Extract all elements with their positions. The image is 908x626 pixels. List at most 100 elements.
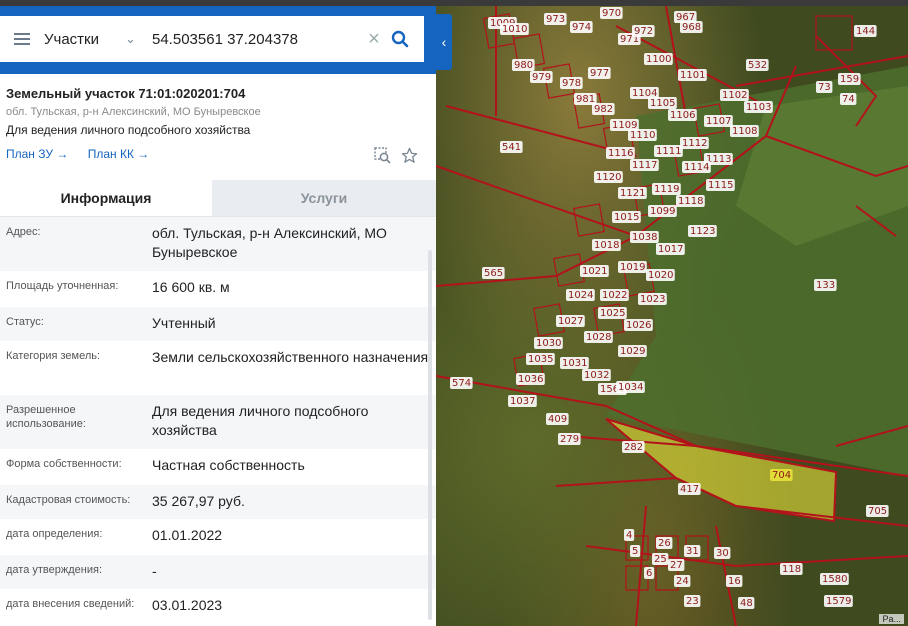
- map-parcel-label[interactable]: 1017: [658, 244, 683, 255]
- map-parcel-label[interactable]: 4: [626, 530, 632, 541]
- map-parcel-label[interactable]: 1028: [586, 332, 611, 343]
- map-parcel-label[interactable]: 1107: [706, 116, 731, 127]
- map-parcel-label[interactable]: 1108: [732, 126, 757, 137]
- map-parcel-label[interactable]: 26: [658, 538, 671, 549]
- map-parcel-label[interactable]: 979: [532, 72, 551, 83]
- map-parcel-label[interactable]: 980: [514, 60, 533, 71]
- tab-information[interactable]: Информация: [0, 180, 212, 216]
- map-parcel-label[interactable]: 409: [548, 414, 567, 425]
- map-parcel-label[interactable]: 541: [502, 142, 521, 153]
- map-parcel-label[interactable]: 1103: [746, 102, 771, 113]
- map-parcel-label[interactable]: 417: [680, 484, 699, 495]
- map-parcel-label[interactable]: 1580: [822, 574, 847, 585]
- map-parcel-label[interactable]: 1027: [558, 316, 583, 327]
- map-parcel-label[interactable]: 1111: [656, 146, 681, 157]
- map-parcel-label[interactable]: 1106: [670, 110, 695, 121]
- map-parcel-label[interactable]: 704: [772, 470, 791, 481]
- map-canvas[interactable]: 1009101097397497097197296796853214498097…: [436, 6, 908, 626]
- scrollbar[interactable]: [428, 250, 432, 620]
- map-parcel-label[interactable]: 974: [572, 22, 591, 33]
- map-parcel-label[interactable]: 574: [452, 378, 471, 389]
- map-parcel-label[interactable]: 282: [624, 442, 643, 453]
- map-parcel-label[interactable]: 24: [676, 576, 689, 587]
- map-parcel-label[interactable]: 31: [686, 546, 699, 557]
- map-parcel-label[interactable]: 279: [560, 434, 579, 445]
- cadastral-map[interactable]: 1009101097397497097197296796853214498097…: [436, 6, 908, 626]
- map-parcel-label[interactable]: 1010: [502, 24, 527, 35]
- map-parcel-label[interactable]: 982: [594, 104, 613, 115]
- map-parcel-label[interactable]: 30: [716, 548, 729, 559]
- map-parcel-label[interactable]: 565: [484, 268, 503, 279]
- map-parcel-label[interactable]: 1112: [682, 138, 707, 149]
- map-parcel-label[interactable]: 1037: [510, 396, 535, 407]
- map-parcel-label[interactable]: 1110: [630, 130, 655, 141]
- map-parcel-label[interactable]: 1101: [680, 70, 705, 81]
- map-parcel-label[interactable]: 978: [562, 78, 581, 89]
- map-parcel-label[interactable]: 23: [686, 596, 699, 607]
- map-parcel-label[interactable]: 133: [816, 280, 835, 291]
- map-parcel-label[interactable]: 1020: [648, 270, 673, 281]
- search-input[interactable]: [148, 30, 362, 48]
- map-parcel-label[interactable]: 5: [632, 546, 638, 557]
- map-parcel-label[interactable]: 972: [634, 26, 653, 37]
- map-parcel-label[interactable]: 1038: [632, 232, 657, 243]
- map-parcel-label[interactable]: 532: [748, 60, 767, 71]
- map-parcel-label[interactable]: 1100: [646, 54, 671, 65]
- map-parcel-label[interactable]: 27: [670, 560, 683, 571]
- map-parcel-label[interactable]: 977: [590, 68, 609, 79]
- map-parcel-label[interactable]: 1119: [654, 184, 679, 195]
- map-parcel-label[interactable]: 1120: [596, 172, 621, 183]
- map-parcel-label[interactable]: 1099: [650, 206, 675, 217]
- map-parcel-label[interactable]: 1034: [618, 382, 643, 393]
- map-parcel-label[interactable]: 118: [782, 564, 801, 575]
- search-type-select[interactable]: Участки ⌄: [44, 31, 148, 48]
- map-parcel-label[interactable]: 1123: [690, 226, 715, 237]
- map-parcel-label[interactable]: 1015: [614, 212, 639, 223]
- map-parcel-label[interactable]: 1030: [536, 338, 561, 349]
- search-icon[interactable]: [386, 30, 414, 48]
- map-parcel-label[interactable]: 1018: [594, 240, 619, 251]
- hamburger-menu-icon[interactable]: [0, 30, 44, 48]
- map-parcel-label[interactable]: 1117: [632, 160, 657, 171]
- map-parcel-label[interactable]: 1022: [602, 290, 627, 301]
- map-parcel-label[interactable]: 1029: [620, 346, 645, 357]
- map-parcel-label[interactable]: 1035: [528, 354, 553, 365]
- map-parcel-label[interactable]: 1115: [708, 180, 733, 191]
- map-parcel-label[interactable]: 1105: [650, 98, 675, 109]
- map-parcel-label[interactable]: 1021: [582, 266, 607, 277]
- map-parcel-label[interactable]: 1114: [684, 162, 709, 173]
- map-parcel-label[interactable]: 1036: [518, 374, 543, 385]
- map-parcel-label[interactable]: 1032: [584, 370, 609, 381]
- map-parcel-label[interactable]: 159: [840, 74, 859, 85]
- map-parcel-label[interactable]: 25: [654, 554, 667, 565]
- close-icon[interactable]: ×: [362, 28, 386, 51]
- map-parcel-label[interactable]: 1579: [826, 596, 851, 607]
- plan-zu-link[interactable]: План ЗУ →: [6, 147, 68, 161]
- map-parcel-label[interactable]: 981: [576, 94, 595, 105]
- map-parcel-label[interactable]: 970: [602, 8, 621, 19]
- plan-kk-link[interactable]: План КК →: [88, 147, 150, 161]
- map-parcel-label[interactable]: 1025: [600, 308, 625, 319]
- tab-services[interactable]: Услуги: [212, 180, 436, 216]
- map-parcel-label[interactable]: 1121: [620, 188, 645, 199]
- map-parcel-label[interactable]: 973: [546, 14, 565, 25]
- map-parcel-label[interactable]: 968: [682, 22, 701, 33]
- map-parcel-label[interactable]: 1024: [568, 290, 593, 301]
- star-icon[interactable]: [401, 147, 418, 169]
- map-parcel-label[interactable]: 48: [740, 598, 753, 609]
- collapse-panel-button[interactable]: ‹: [436, 14, 452, 70]
- map-parcel-label[interactable]: 144: [856, 26, 875, 37]
- map-parcel-label[interactable]: 705: [868, 506, 887, 517]
- map-parcel-label[interactable]: 73: [818, 82, 831, 93]
- map-parcel-label[interactable]: 1026: [626, 320, 651, 331]
- map-parcel-label[interactable]: 1118: [678, 196, 703, 207]
- map-parcel-label[interactable]: 1102: [722, 90, 747, 101]
- map-parcel-label[interactable]: 1031: [562, 358, 587, 369]
- map-parcel-label[interactable]: 6: [646, 568, 652, 579]
- map-parcel-label[interactable]: 1019: [620, 262, 645, 273]
- map-parcel-label[interactable]: 1116: [608, 148, 633, 159]
- map-parcel-label[interactable]: 16: [728, 576, 741, 587]
- map-parcel-label[interactable]: 1023: [640, 294, 665, 305]
- map-parcel-label[interactable]: 74: [842, 94, 855, 105]
- zoom-to-parcel-icon[interactable]: [374, 147, 391, 169]
